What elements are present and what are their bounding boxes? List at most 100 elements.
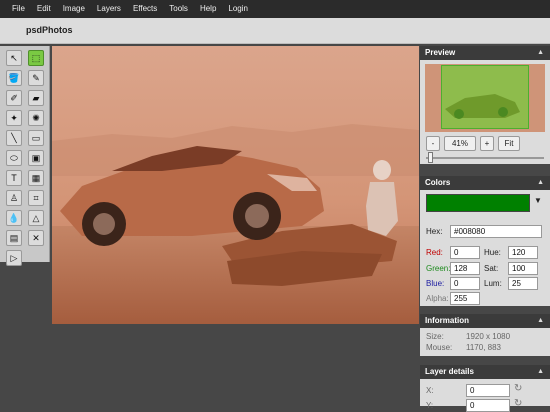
fill-bucket-icon: 🪣 (8, 72, 20, 83)
rectangle-tool-button[interactable]: ▭ (28, 130, 44, 146)
gradient-icon: ▦ (31, 172, 41, 183)
preview-title: Preview (425, 48, 456, 57)
line-icon: ╲ (11, 132, 17, 143)
clone-stamp-tool-button[interactable]: ✺ (28, 110, 44, 126)
eraser-icon: ▰ (32, 92, 40, 103)
red-label: Red: (426, 248, 443, 257)
green-label: Green: (426, 264, 451, 273)
menu-help[interactable]: Help (194, 0, 222, 18)
drop-tool-button[interactable]: 💧 (6, 210, 22, 226)
color-swatch[interactable] (426, 194, 530, 212)
green-input[interactable]: 128 (450, 262, 480, 275)
x-label: X: (426, 386, 434, 395)
bandage-tool-button[interactable]: ▤ (6, 230, 22, 246)
app-header: psdPhotos (0, 18, 550, 44)
pointer-tool-button[interactable]: ↖ (6, 50, 22, 66)
menu-edit[interactable]: Edit (31, 0, 57, 18)
information-panel: Information ▲ Size: 1920 x 1080 Mouse: 1… (420, 314, 550, 356)
magic-wand-tool-button[interactable]: ✦ (6, 110, 22, 126)
brush-icon: ✎ (32, 72, 40, 83)
layer-details-title: Layer details (425, 367, 474, 376)
hex-label: Hex: (426, 227, 443, 236)
gradient-tool-button[interactable]: ▦ (28, 170, 44, 186)
blur-icon: ⬭ (10, 152, 18, 163)
animation-icon: ▷ (10, 252, 18, 263)
layer-details-panel: Layer details ▲ X: 0 ↻ Y: 0 ↻ (420, 365, 550, 412)
lum-input[interactable]: 25 (508, 277, 538, 290)
collapse-icon[interactable]: ▲ (537, 314, 544, 328)
collapse-icon[interactable]: ▲ (537, 365, 544, 379)
sharpen-icon: △ (32, 212, 40, 223)
colors-panel: Colors ▲ ▼ Hex: #008080 Red: 0 Green: 12… (420, 176, 550, 306)
menu-login[interactable]: Login (222, 0, 254, 18)
sat-input[interactable]: 100 (508, 262, 538, 275)
red-input[interactable]: 0 (450, 246, 480, 259)
collapse-icon[interactable]: ▲ (537, 46, 544, 60)
drop-icon: 💧 (8, 212, 20, 223)
layer-details-header: Layer details ▲ (420, 365, 550, 379)
preview-viewport-overlay[interactable] (441, 65, 529, 129)
eyedropper-icon: ✐ (10, 92, 18, 103)
line-tool-button[interactable]: ╲ (6, 130, 22, 146)
sharpen-tool-button[interactable]: △ (28, 210, 44, 226)
alpha-label: Alpha: (426, 294, 449, 303)
reset-y-icon[interactable]: ↻ (514, 398, 522, 409)
blur-tool-button[interactable]: ⬭ (6, 150, 22, 166)
menu-bar: File Edit Image Layers Effects Tools Hel… (0, 0, 550, 18)
hex-input[interactable]: #008080 (450, 225, 542, 238)
blue-input[interactable]: 0 (450, 277, 480, 290)
menu-effects[interactable]: Effects (127, 0, 163, 18)
shrink-tool-button[interactable]: ✕ (28, 230, 44, 246)
blue-label: Blue: (426, 279, 445, 288)
crop-icon: ⌗ (33, 192, 39, 203)
mouse-label: Mouse: (426, 343, 453, 352)
reset-x-icon[interactable]: ↻ (514, 383, 522, 394)
hue-label: Hue: (484, 248, 501, 257)
fill-bucket-tool-button[interactable]: 🪣 (6, 70, 22, 86)
zoom-level-display[interactable]: 41% (444, 136, 476, 151)
preview-header: Preview ▲ (420, 46, 550, 60)
bandage-icon: ▤ (9, 232, 19, 243)
stamp-icon: ♙ (9, 192, 19, 203)
hue-input[interactable]: 120 (508, 246, 538, 259)
pointer-icon: ↖ (10, 52, 18, 63)
collapse-icon[interactable]: ▲ (537, 176, 544, 190)
zoom-in-button[interactable]: + (480, 136, 494, 151)
preview-panel: Preview ▲ - 41% + Fit (420, 46, 550, 164)
mouse-value: 1170, 883 (466, 343, 501, 352)
information-title: Information (425, 316, 469, 325)
menu-tools[interactable]: Tools (163, 0, 194, 18)
image-tool-button[interactable]: ▣ (28, 150, 44, 166)
animation-tool-button[interactable]: ▷ (6, 250, 22, 266)
photo-scene (52, 46, 419, 324)
app-title: psdPhotos (26, 25, 73, 35)
rectangle-icon: ▭ (31, 132, 41, 143)
menu-layers[interactable]: Layers (91, 0, 127, 18)
stamp-tool-button[interactable]: ♙ (6, 190, 22, 206)
brush-tool-button[interactable]: ✎ (28, 70, 44, 86)
toolbox: ↖ ⬚ 🪣 ✎ ✐ ▰ ✦ ✺ ╲ ▭ ⬭ ▣ T ▦ ♙ ⌗ 💧 △ ▤ ✕ ▷ (0, 46, 50, 266)
marquee-select-icon: ⬚ (31, 52, 41, 63)
text-icon: T (11, 173, 17, 183)
alpha-input[interactable]: 255 (450, 292, 480, 305)
eraser-tool-button[interactable]: ▰ (28, 90, 44, 106)
zoom-out-button[interactable]: - (426, 136, 440, 151)
clone-stamp-icon: ✺ (32, 112, 40, 123)
preview-thumbnail[interactable] (425, 64, 545, 132)
x-input[interactable]: 0 (466, 384, 510, 397)
sat-label: Sat: (484, 264, 499, 273)
lum-label: Lum: (484, 279, 502, 288)
crop-tool-button[interactable]: ⌗ (28, 190, 44, 206)
chevron-down-icon[interactable]: ▼ (534, 196, 542, 205)
menu-image[interactable]: Image (57, 0, 91, 18)
image-canvas[interactable] (52, 46, 419, 324)
marquee-select-tool-button[interactable]: ⬚ (28, 50, 44, 66)
image-icon: ▣ (31, 152, 41, 163)
zoom-fit-button[interactable]: Fit (498, 136, 520, 151)
menu-file[interactable]: File (6, 0, 31, 18)
colors-header: Colors ▲ (420, 176, 550, 190)
text-tool-button[interactable]: T (6, 170, 22, 186)
zoom-slider-thumb[interactable] (428, 152, 434, 163)
eyedropper-tool-button[interactable]: ✐ (6, 90, 22, 106)
zoom-slider-track[interactable] (426, 157, 544, 159)
